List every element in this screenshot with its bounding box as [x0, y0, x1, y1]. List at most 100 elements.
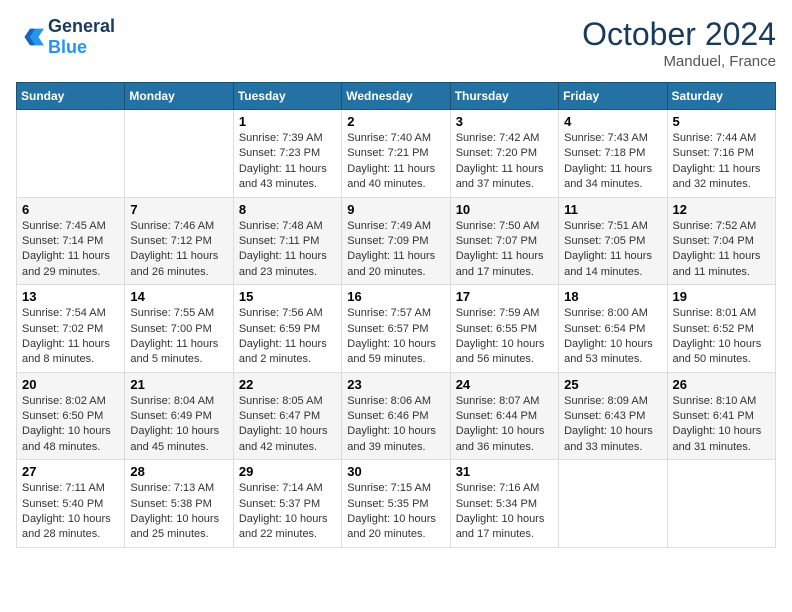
calendar-cell: 1 Sunrise: 7:39 AM Sunset: 7:23 PM Daylig… — [233, 110, 341, 198]
calendar-cell: 20 Sunrise: 8:02 AM Sunset: 6:50 PM Dayli… — [17, 372, 125, 460]
day-info: Sunrise: 7:55 AM Sunset: 7:00 PM Dayligh… — [130, 306, 227, 368]
calendar-cell: 8 Sunrise: 7:48 AM Sunset: 7:11 PM Daylig… — [233, 197, 341, 285]
day-info: Sunrise: 7:50 AM Sunset: 7:07 PM Dayligh… — [456, 219, 553, 281]
day-number: 17 — [456, 289, 553, 304]
calendar-cell: 11 Sunrise: 7:51 AM Sunset: 7:05 PM Dayli… — [559, 197, 667, 285]
day-number: 22 — [239, 377, 336, 392]
day-number: 5 — [673, 114, 770, 129]
calendar-cell: 21Sunrise: 8:04 AM Sunset: 6:49 PM Dayli… — [125, 372, 233, 460]
day-info: Sunrise: 8:09 AM Sunset: 6:43 PM Dayligh… — [564, 394, 661, 456]
week-row-5: 27 Sunrise: 7:11 AM Sunset: 5:40 PM Dayli… — [17, 460, 776, 548]
day-info: Sunrise: 7:39 AM Sunset: 7:23 PM Dayligh… — [239, 131, 336, 193]
calendar-cell: 24Sunrise: 8:07 AM Sunset: 6:44 PM Dayli… — [450, 372, 558, 460]
day-info: Sunrise: 7:11 AM Sunset: 5:40 PM Dayligh… — [22, 481, 119, 543]
day-info: Sunrise: 7:45 AM Sunset: 7:14 PM Dayligh… — [22, 219, 119, 281]
day-number: 13 — [22, 289, 119, 304]
day-number: 8 — [239, 202, 336, 217]
day-number: 12 — [673, 202, 770, 217]
day-info: Sunrise: 8:00 AM Sunset: 6:54 PM Dayligh… — [564, 306, 661, 368]
day-info: Sunrise: 7:52 AM Sunset: 7:04 PM Dayligh… — [673, 219, 770, 281]
header-tuesday: Tuesday — [233, 83, 341, 110]
day-number: 11 — [564, 202, 661, 217]
day-number: 19 — [673, 289, 770, 304]
day-info: Sunrise: 7:16 AM Sunset: 5:34 PM Dayligh… — [456, 481, 553, 543]
day-number: 31 — [456, 464, 553, 479]
calendar-cell: 29 Sunrise: 7:14 AM Sunset: 5:37 PM Dayli… — [233, 460, 341, 548]
day-info: Sunrise: 7:44 AM Sunset: 7:16 PM Dayligh… — [673, 131, 770, 193]
header-thursday: Thursday — [450, 83, 558, 110]
calendar-cell: 30Sunrise: 7:15 AM Sunset: 5:35 PM Dayli… — [342, 460, 450, 548]
week-row-2: 6Sunrise: 7:45 AM Sunset: 7:14 PM Daylig… — [17, 197, 776, 285]
day-info: Sunrise: 7:15 AM Sunset: 5:35 PM Dayligh… — [347, 481, 444, 543]
day-number: 16 — [347, 289, 444, 304]
day-number: 21 — [130, 377, 227, 392]
logo-blue: Blue — [48, 37, 115, 58]
calendar-cell: 26Sunrise: 8:10 AM Sunset: 6:41 PM Dayli… — [667, 372, 775, 460]
day-info: Sunrise: 8:06 AM Sunset: 6:46 PM Dayligh… — [347, 394, 444, 456]
day-number: 18 — [564, 289, 661, 304]
calendar-cell: 14 Sunrise: 7:55 AM Sunset: 7:00 PM Dayli… — [125, 285, 233, 373]
day-number: 3 — [456, 114, 553, 129]
location: Manduel, France — [582, 53, 776, 70]
header-sunday: Sunday — [17, 83, 125, 110]
day-number: 1 — [239, 114, 336, 129]
day-info: Sunrise: 7:42 AM Sunset: 7:20 PM Dayligh… — [456, 131, 553, 193]
page-header: General Blue October 2024 Manduel, Franc… — [16, 16, 776, 70]
day-number: 20 — [22, 377, 119, 392]
day-info: Sunrise: 7:51 AM Sunset: 7:05 PM Dayligh… — [564, 219, 661, 281]
day-number: 4 — [564, 114, 661, 129]
calendar-cell: 7 Sunrise: 7:46 AM Sunset: 7:12 PM Daylig… — [125, 197, 233, 285]
calendar-cell: 25 Sunrise: 8:09 AM Sunset: 6:43 PM Dayli… — [559, 372, 667, 460]
calendar-cell: 23Sunrise: 8:06 AM Sunset: 6:46 PM Dayli… — [342, 372, 450, 460]
day-number: 28 — [130, 464, 227, 479]
day-number: 29 — [239, 464, 336, 479]
calendar-cell: 4 Sunrise: 7:43 AM Sunset: 7:18 PM Daylig… — [559, 110, 667, 198]
day-info: Sunrise: 7:46 AM Sunset: 7:12 PM Dayligh… — [130, 219, 227, 281]
week-row-4: 20 Sunrise: 8:02 AM Sunset: 6:50 PM Dayli… — [17, 372, 776, 460]
logo-icon — [16, 23, 44, 51]
calendar-cell: 28 Sunrise: 7:13 AM Sunset: 5:38 PM Dayli… — [125, 460, 233, 548]
day-number: 2 — [347, 114, 444, 129]
day-number: 10 — [456, 202, 553, 217]
day-number: 9 — [347, 202, 444, 217]
day-info: Sunrise: 7:59 AM Sunset: 6:55 PM Dayligh… — [456, 306, 553, 368]
calendar-cell: 16 Sunrise: 7:57 AM Sunset: 6:57 PM Dayli… — [342, 285, 450, 373]
header-friday: Friday — [559, 83, 667, 110]
calendar-cell: 10 Sunrise: 7:50 AM Sunset: 7:07 PM Dayli… — [450, 197, 558, 285]
calendar-cell: 13Sunrise: 7:54 AM Sunset: 7:02 PM Dayli… — [17, 285, 125, 373]
day-info: Sunrise: 7:56 AM Sunset: 6:59 PM Dayligh… — [239, 306, 336, 368]
day-info: Sunrise: 7:14 AM Sunset: 5:37 PM Dayligh… — [239, 481, 336, 543]
day-info: Sunrise: 8:02 AM Sunset: 6:50 PM Dayligh… — [22, 394, 119, 456]
day-info: Sunrise: 7:43 AM Sunset: 7:18 PM Dayligh… — [564, 131, 661, 193]
calendar-body: 1 Sunrise: 7:39 AM Sunset: 7:23 PM Daylig… — [17, 110, 776, 548]
day-number: 27 — [22, 464, 119, 479]
day-number: 15 — [239, 289, 336, 304]
calendar-cell — [667, 460, 775, 548]
day-number: 25 — [564, 377, 661, 392]
calendar-cell: 5 Sunrise: 7:44 AM Sunset: 7:16 PM Daylig… — [667, 110, 775, 198]
week-row-3: 13Sunrise: 7:54 AM Sunset: 7:02 PM Dayli… — [17, 285, 776, 373]
header-monday: Monday — [125, 83, 233, 110]
header-wednesday: Wednesday — [342, 83, 450, 110]
day-info: Sunrise: 7:48 AM Sunset: 7:11 PM Dayligh… — [239, 219, 336, 281]
calendar-cell: 12 Sunrise: 7:52 AM Sunset: 7:04 PM Dayli… — [667, 197, 775, 285]
day-number: 14 — [130, 289, 227, 304]
calendar-cell — [559, 460, 667, 548]
header-row: Sunday Monday Tuesday Wednesday Thursday… — [17, 83, 776, 110]
calendar-header: Sunday Monday Tuesday Wednesday Thursday… — [17, 83, 776, 110]
week-row-1: 1 Sunrise: 7:39 AM Sunset: 7:23 PM Daylig… — [17, 110, 776, 198]
calendar-cell: 17 Sunrise: 7:59 AM Sunset: 6:55 PM Dayli… — [450, 285, 558, 373]
calendar-cell: 19 Sunrise: 8:01 AM Sunset: 6:52 PM Dayli… — [667, 285, 775, 373]
day-info: Sunrise: 8:01 AM Sunset: 6:52 PM Dayligh… — [673, 306, 770, 368]
month-title: October 2024 — [582, 16, 776, 53]
day-info: Sunrise: 7:13 AM Sunset: 5:38 PM Dayligh… — [130, 481, 227, 543]
logo-general: General — [48, 16, 115, 37]
day-info: Sunrise: 8:05 AM Sunset: 6:47 PM Dayligh… — [239, 394, 336, 456]
day-info: Sunrise: 7:57 AM Sunset: 6:57 PM Dayligh… — [347, 306, 444, 368]
day-number: 7 — [130, 202, 227, 217]
calendar-cell: 9Sunrise: 7:49 AM Sunset: 7:09 PM Daylig… — [342, 197, 450, 285]
calendar-cell: 15 Sunrise: 7:56 AM Sunset: 6:59 PM Dayli… — [233, 285, 341, 373]
calendar-cell: 2Sunrise: 7:40 AM Sunset: 7:21 PM Daylig… — [342, 110, 450, 198]
day-info: Sunrise: 8:07 AM Sunset: 6:44 PM Dayligh… — [456, 394, 553, 456]
day-info: Sunrise: 8:10 AM Sunset: 6:41 PM Dayligh… — [673, 394, 770, 456]
